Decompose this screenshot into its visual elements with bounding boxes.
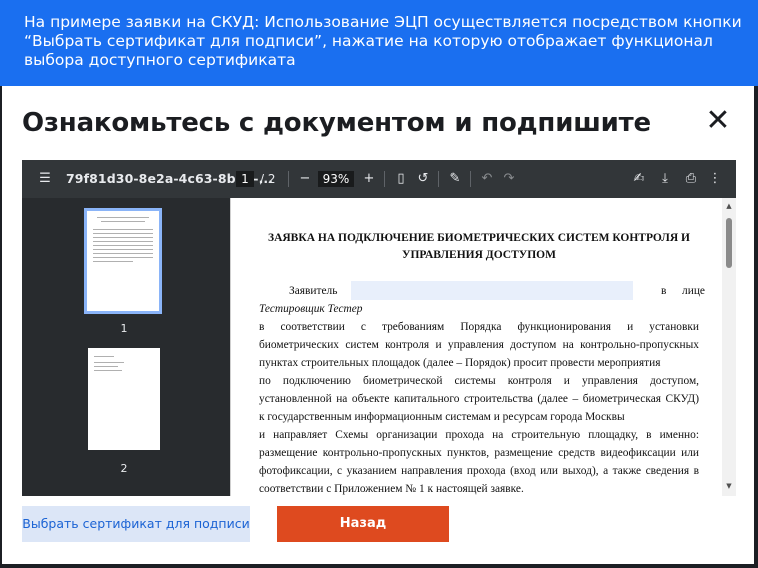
pdf-page: ЗАЯВКА НА ПОДКЛЮЧЕНИЕ БИОМЕТРИЧЕСКИХ СИС…: [230, 198, 723, 496]
pdf-toolbar: ☰ 79f81d30-8e2a-4c63-8b13-... 1 / 2 − 93…: [22, 160, 736, 198]
undo-icon[interactable]: ↶: [478, 160, 496, 198]
thumbnail-text-line: [97, 217, 149, 218]
redo-icon[interactable]: ↷: [500, 160, 518, 198]
thumbnail-text-line: [94, 366, 118, 367]
thumbnail-text-line: [93, 257, 153, 258]
thumbnail-text-line: [93, 249, 153, 250]
back-button[interactable]: Назад: [277, 506, 449, 542]
thumbnail-text-line: [93, 237, 153, 238]
zoom-input[interactable]: 93%: [318, 171, 354, 187]
document-line: биометрических систем контроля и управле…: [259, 339, 699, 351]
thumbnail-number-1: 1: [120, 322, 128, 335]
toolbar-divider: [384, 171, 385, 187]
instruction-banner: На примере заявки на СКУД: Использование…: [0, 0, 758, 86]
thumbnail-number-2: 2: [120, 462, 128, 475]
annotate-icon[interactable]: ✎: [446, 160, 464, 198]
thumbnail-text-line: [93, 261, 133, 262]
thumbnail-text-line: [93, 245, 153, 246]
rotate-icon[interactable]: ↺: [414, 160, 432, 198]
applicant-redacted-field: [351, 281, 633, 300]
scroll-up-icon[interactable]: ▲: [725, 202, 733, 210]
select-certificate-button[interactable]: Выбрать сертификат для подписи: [22, 506, 250, 542]
scroll-thumb[interactable]: [726, 218, 732, 268]
applicant-suffix: в лице: [661, 285, 705, 297]
menu-icon[interactable]: ☰: [36, 160, 54, 198]
zoom-out-icon[interactable]: −: [296, 160, 314, 198]
sign-document-modal: Ознакомьтесь с документом и подпишите ✕ …: [2, 86, 754, 564]
print-icon[interactable]: ⎙: [682, 160, 700, 198]
toolbar-divider: [288, 171, 289, 187]
page-scrollbar[interactable]: ▲ ▼: [722, 198, 736, 496]
thumbnail-text-line: [93, 233, 153, 234]
pdf-viewer: ☰ 79f81d30-8e2a-4c63-8b13-... 1 / 2 − 93…: [22, 160, 736, 496]
thumbnail-text-line: [94, 356, 114, 357]
modal-title: Ознакомьтесь с документом и подпишите: [22, 108, 651, 138]
document-line: по подключению биометрической системы ко…: [259, 375, 699, 387]
document-line: в соответствии с требованиям Порядка фун…: [259, 321, 699, 333]
thumbnail-sidebar: 1 2: [22, 198, 230, 496]
page-thumbnail-2[interactable]: [88, 348, 160, 450]
zoom-in-icon[interactable]: +: [360, 160, 378, 198]
sign-icon[interactable]: ✍: [630, 160, 648, 198]
thumbnail-text-line: [94, 362, 124, 363]
thumbnail-text-line: [93, 229, 153, 230]
document-line: фотофиксации, с указанием направления пр…: [259, 465, 699, 477]
fit-page-icon[interactable]: ▯: [392, 160, 410, 198]
download-icon[interactable]: ⤓: [656, 160, 674, 198]
page-thumbnail-1[interactable]: [84, 208, 162, 314]
thumbnail-text-line: [94, 370, 122, 371]
toolbar-divider: [470, 171, 471, 187]
document-line: установленной на объекте капитального ст…: [259, 393, 699, 405]
document-title: ЗАЯВКА НА ПОДКЛЮЧЕНИЕ БИОМЕТРИЧЕСКИХ СИС…: [268, 232, 690, 261]
document-line: размещение контрольно-пропускных пунктов…: [259, 447, 699, 459]
more-icon[interactable]: ⋮: [706, 160, 724, 198]
thumbnail-text-line: [93, 241, 153, 242]
banner-text: На примере заявки на СКУД: Использование…: [24, 13, 742, 69]
close-icon[interactable]: ✕: [702, 106, 734, 138]
page-number-input[interactable]: 1: [236, 171, 254, 187]
document-line: и направляет Схемы организации прохода н…: [259, 429, 699, 441]
document-line: соответствии с Приложением № 1 к настоящ…: [259, 483, 524, 495]
scroll-down-icon[interactable]: ▼: [725, 482, 733, 490]
thumbnail-text-line: [93, 253, 153, 254]
thumbnail-text-line: [101, 221, 145, 222]
document-line: Тестировщик Тестер: [259, 303, 363, 315]
page-total: / 2: [260, 172, 276, 186]
document-line: к государственным информационным система…: [259, 411, 625, 423]
toolbar-divider: [438, 171, 439, 187]
document-line: пунктах строительных площадок (далее – П…: [259, 357, 661, 369]
